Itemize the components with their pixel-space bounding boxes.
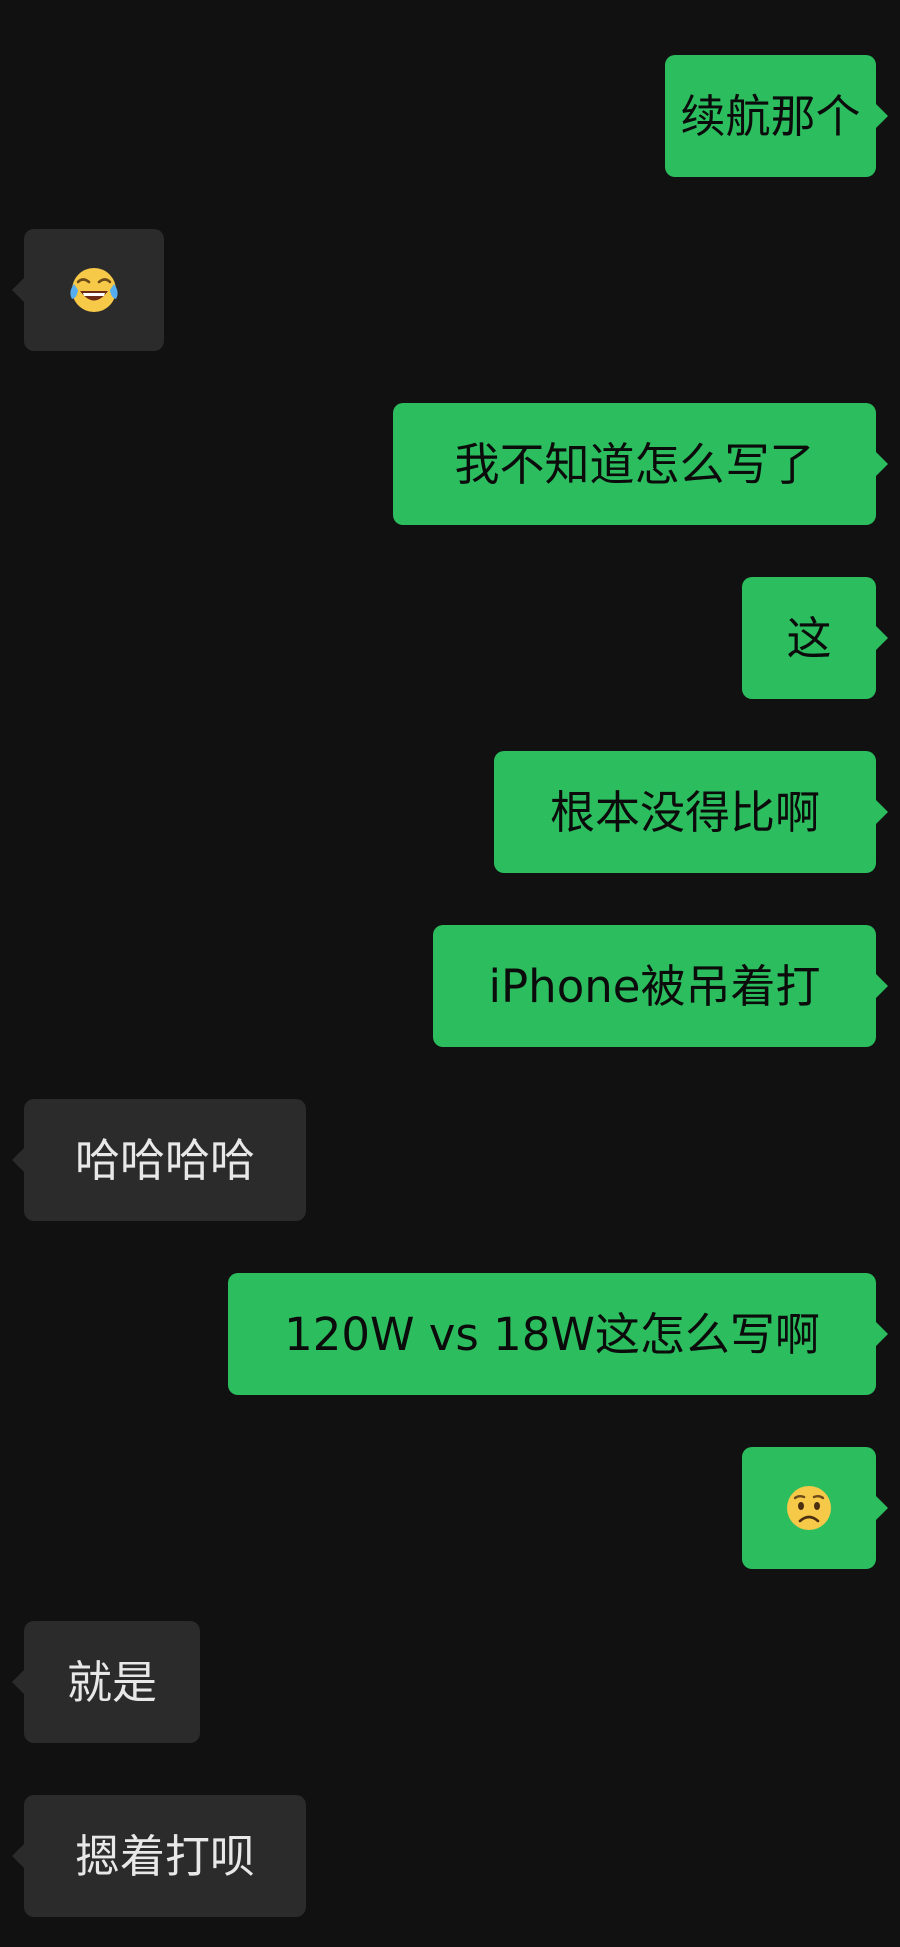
outgoing-message-bubble[interactable]: 续航那个 [665, 55, 888, 177]
message-text: 哈哈哈哈 [74, 1133, 255, 1187]
frowning-face-emoji-icon [787, 1486, 831, 1530]
outgoing-message-bubble[interactable]: 根本没得比啊 [494, 751, 888, 873]
message-text: 120W vs 18W这怎么写啊 [284, 1307, 820, 1361]
message-text: 就是 [66, 1655, 157, 1709]
incoming-message-bubble[interactable]: 摁着打呗 [12, 1795, 306, 1917]
message-text: 续航那个 [680, 89, 861, 143]
chat-message-list: 续航那个 我不知道怎么写了 这 根本没得比啊 iPhone被吊着打 哈哈哈哈 1… [0, 0, 900, 1947]
outgoing-message-bubble[interactable]: 120W vs 18W这怎么写啊 [228, 1273, 888, 1395]
outgoing-message-bubble[interactable]: iPhone被吊着打 [433, 925, 888, 1047]
incoming-message-bubble[interactable]: 哈哈哈哈 [12, 1099, 306, 1221]
incoming-message-bubble[interactable] [12, 229, 164, 351]
outgoing-message-bubble[interactable] [742, 1447, 888, 1569]
outgoing-message-bubble[interactable]: 这 [742, 577, 888, 699]
outgoing-message-bubble[interactable]: 我不知道怎么写了 [393, 403, 888, 525]
message-text: 根本没得比啊 [549, 785, 820, 839]
message-text: 我不知道怎么写了 [454, 437, 815, 491]
message-text: 摁着打呗 [74, 1829, 255, 1883]
incoming-message-bubble[interactable]: 就是 [12, 1621, 200, 1743]
message-text: iPhone被吊着打 [488, 959, 821, 1013]
tears-of-joy-emoji-icon [70, 268, 118, 312]
message-text: 这 [786, 611, 832, 665]
